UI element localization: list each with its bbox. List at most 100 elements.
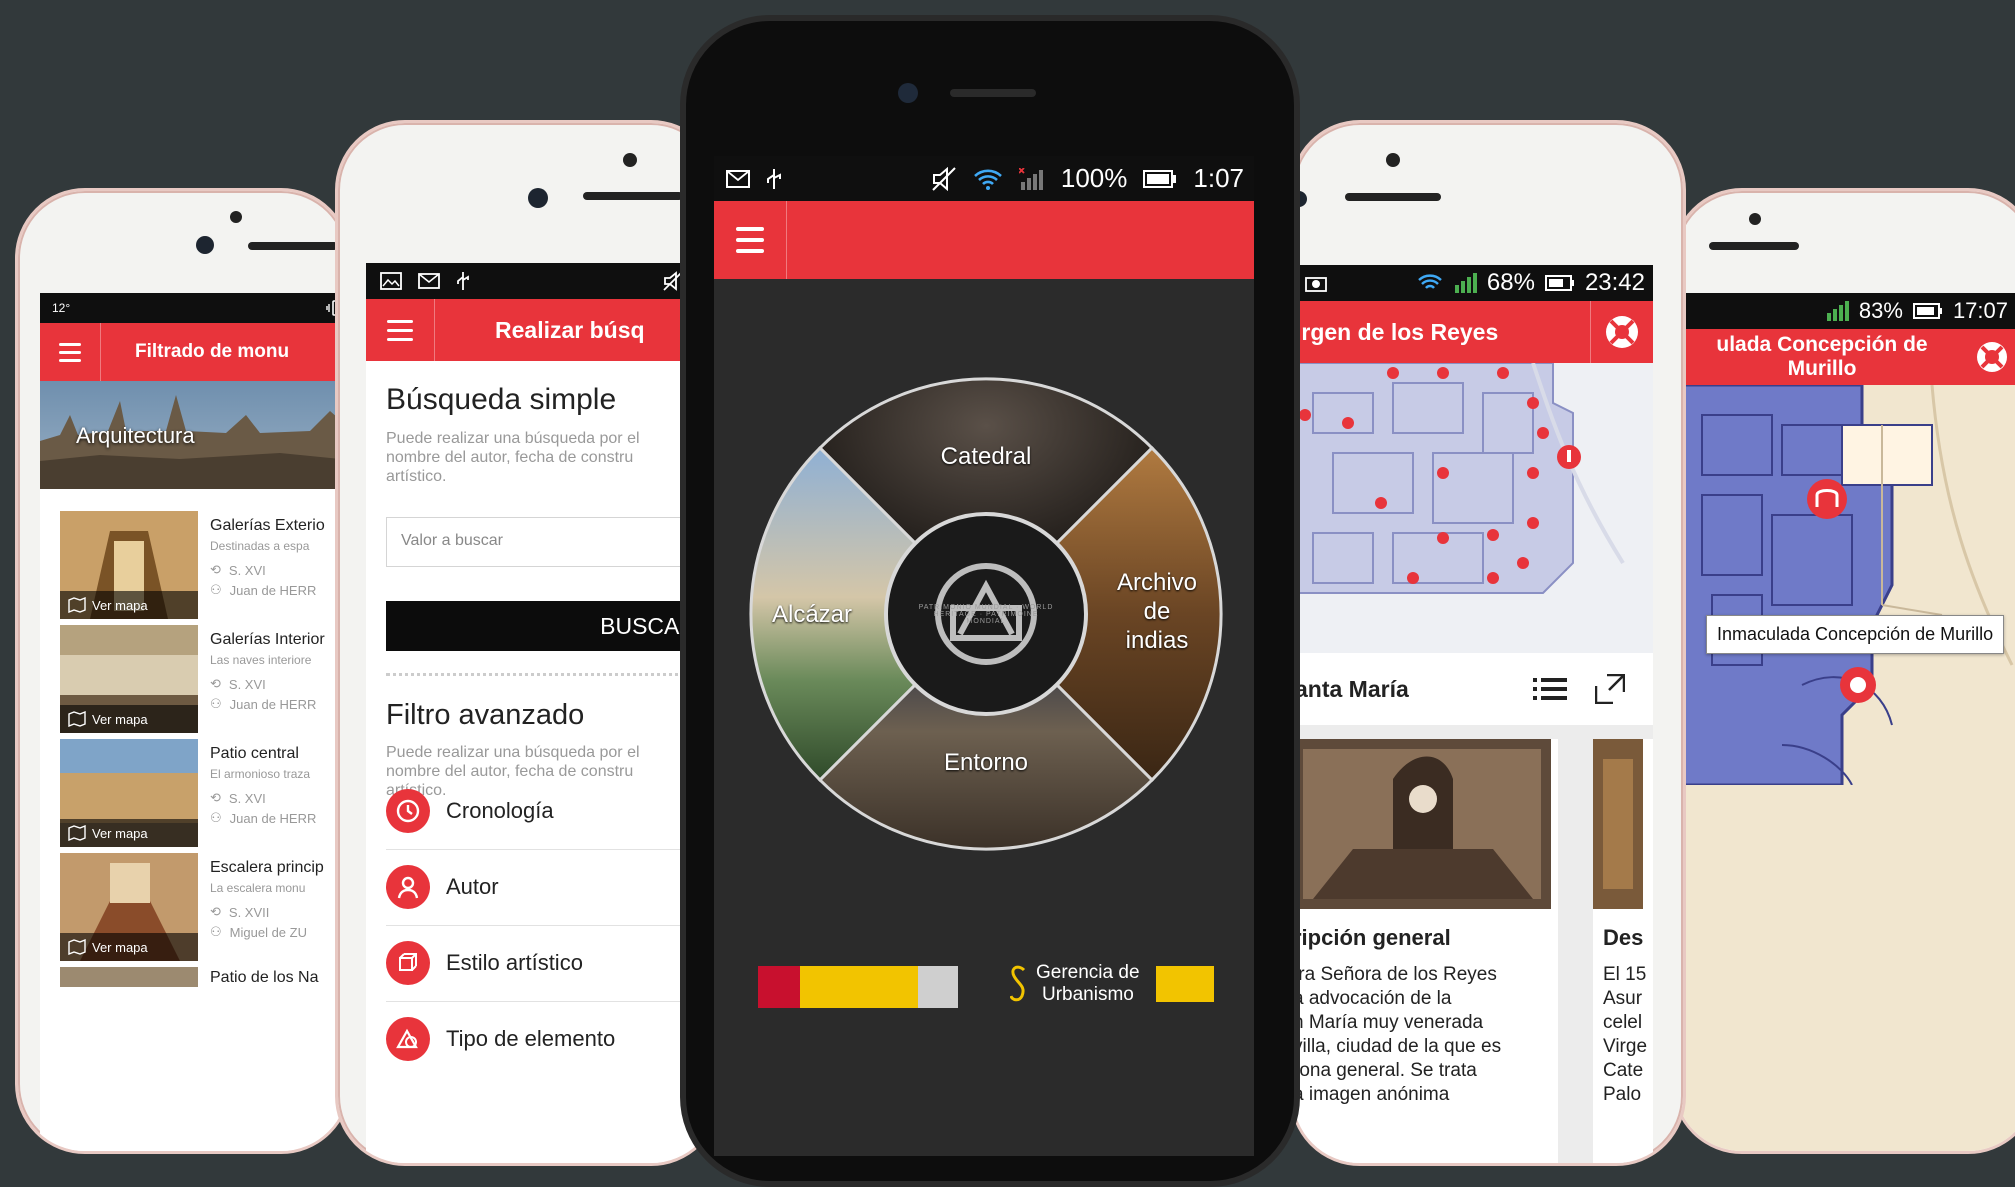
list-view-icon[interactable] [1533,676,1567,702]
lifebuoy-icon[interactable] [1962,339,2015,375]
item-text: Patio central El armonioso traza ⟲ S. XVI… [210,745,348,826]
front-camera [528,188,548,208]
urbanismo-logo: Gerencia de Urbanismo [1010,962,1214,1006]
wheel-segment-entorno[interactable]: Entorno [916,748,1056,777]
person-icon: ⚇ [210,582,222,597]
item-author: ⚇ Miguel de ZU [210,924,307,940]
image-icon [380,272,402,290]
item-subtitle: Destinadas a espa [210,539,310,553]
wheel-segment-alcazar[interactable]: Alcázar [762,600,862,629]
item-text: Escalera princip La escalera monu ⟲ S. XV… [210,859,348,940]
front-camera [898,83,918,103]
item-century: ⟲ S. XVI [210,676,266,692]
history-icon: ⟲ [210,904,221,919]
search-form: Búsqueda simple Puede realizar una búsqu… [366,361,718,1163]
filter-element-type[interactable]: Tipo de elemento [386,1001,686,1077]
view-map-button[interactable]: Ver mapa [60,705,198,733]
filter-author[interactable]: Autor [386,849,686,926]
screen: 12° Filtrado de monu Arquitectura Ver ma… [40,293,348,1151]
hamburger-menu-button[interactable] [366,299,435,361]
description-card[interactable]: ripción general tra Señora de los Reyes … [1293,739,1558,1163]
status-bar: 68% 23:42 [1293,265,1653,301]
person-icon: ⚇ [210,810,222,825]
item-subtitle: Las naves interiore [210,653,312,667]
status-time: 17:07 [1952,298,2008,323]
usb-icon [766,168,782,190]
list-item[interactable]: Ver mapa Galerías Interior Las naves int… [40,625,348,735]
expand-icon[interactable] [1595,674,1625,704]
battery-percent: 68% [1486,269,1535,296]
view-map-button[interactable]: Ver mapa [60,819,198,847]
description-card[interactable]: Des El 15 Asur celel Virge Cate Palo [1593,739,1653,1163]
item-thumbnail: Ver mapa [60,853,198,961]
item-century: ⟲ S. XVI [210,790,266,806]
toolbar: Realizar búsq [366,299,718,361]
earpiece-speaker [583,192,683,200]
map-icon [68,597,86,613]
phone-center: 100% 1:07 PATRIMONIO MUNDIAL · WORLD HER… [680,15,1300,1187]
hamburger-menu-button[interactable] [40,323,101,381]
sensor-dot [623,153,637,167]
toolbar [714,201,1254,279]
list-item[interactable]: Ver mapa Escalera princip La escalera mo… [40,853,348,963]
item-title: Patio central [210,745,299,762]
floor-plan-drawing [1682,385,2014,785]
filter-artistic-style[interactable]: Estilo artístico [386,925,686,1002]
sensor-dot [1386,153,1400,167]
section-title: anta María [1295,675,1409,702]
shapes-icon [386,1017,430,1061]
screen: 68% 23:42 irgen de los Reyes anta María [1293,265,1653,1163]
view-map-button[interactable]: Ver mapa [60,933,198,961]
mail-icon [726,169,750,188]
phone-second-right: 68% 23:42 irgen de los Reyes anta María [1290,120,1686,1166]
front-camera [196,236,214,254]
lifebuoy-icon[interactable] [1591,313,1653,351]
signal-icon [1018,167,1045,190]
mute-icon [931,166,957,191]
item-text: Galerías Exterio Destinadas a espa ⟲ S. X… [210,517,348,598]
item-century: ⟲ S. XVI [210,562,266,578]
location-marker-icon[interactable] [1805,477,1849,521]
category-hero[interactable]: Arquitectura [40,381,348,489]
item-thumbnail: Ver mapa [60,739,198,847]
map-icon [68,825,86,841]
history-icon: ⟲ [210,676,221,691]
list-item[interactable]: Ver mapa Galerías Exterio Destinadas a e… [40,511,348,621]
item-author: ⚇ Juan de HERR [210,582,317,598]
phone-right: 83% 17:07 ulada Concepción de Murillo In… [1672,188,2015,1154]
toolbar-title: irgen de los Reyes [1295,318,1499,345]
hamburger-menu-button[interactable] [714,201,787,279]
item-title: Escalera princip [210,859,324,876]
floor-plan-map[interactable]: Inmaculada Concepción de Murillo [1682,385,2015,1151]
location-marker-icon[interactable] [1555,443,1583,471]
screen: 83% 17:07 ulada Concepción de Murillo In… [1682,293,2015,1151]
search-input[interactable]: Valor a buscar [386,517,686,567]
wheel-segment-archivo[interactable]: Archivo de indias [1102,568,1212,655]
card-heading: ripción general [1293,925,1451,950]
search-button[interactable]: BUSCAR [386,601,706,651]
selected-marker-icon[interactable] [1838,665,1878,705]
wheel-segment-catedral[interactable]: Catedral [916,442,1056,471]
status-bar: 83% 17:07 [1682,293,2015,329]
history-icon: ⟲ [210,562,221,577]
floor-plan-map[interactable] [1293,363,1653,653]
view-map-button[interactable]: Ver mapa [60,591,198,619]
emblem-text: PATRIMONIO MUNDIAL · WORLD HERITAGE · PA… [918,604,1054,625]
filter-chronology[interactable]: Cronología [386,773,686,850]
screen: Realizar búsq Búsqueda simple Puede real… [366,263,718,1163]
dotted-divider [386,673,686,676]
list-item[interactable]: Patio de los Na [40,967,348,1077]
floor-plan-drawing [1293,363,1625,594]
earpiece-speaker [1345,193,1441,201]
category-label: Arquitectura [76,423,195,448]
user-icon [386,865,430,909]
sensor-dot [1749,213,1761,225]
person-icon: ⚇ [210,696,222,711]
item-century: ⟲ S. XVII [210,904,270,920]
item-text: Patio de los Na [210,969,348,987]
screen: 100% 1:07 PATRIMONIO MUNDIAL · WORLD HER… [714,156,1254,1156]
wifi-icon [973,167,1003,191]
battery-percent: 100% [1060,163,1128,193]
list-item[interactable]: Ver mapa Patio central El armonioso traz… [40,739,348,849]
battery-icon [1143,169,1177,188]
